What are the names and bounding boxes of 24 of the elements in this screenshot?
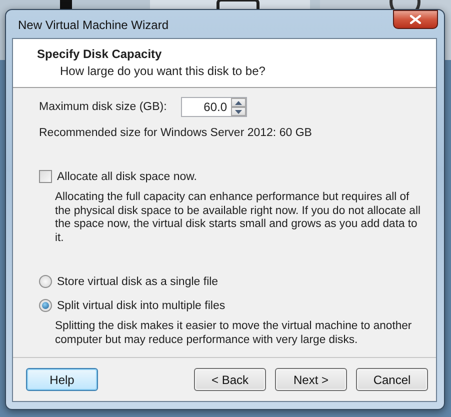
storage-option-label: Store virtual disk as a single file [57, 276, 218, 288]
spin-up-button[interactable] [231, 98, 246, 107]
storage-option-description: Splitting the disk makes it easier to move the virtual machine to another computer but may reduce performance with very large disks. [55, 320, 413, 347]
wizard-button[interactable]: Help [26, 368, 98, 391]
wizard-button[interactable]: Cancel [356, 368, 428, 391]
storage-radio[interactable] [39, 299, 52, 312]
recommendation-text: Recommended size for Windows Server 2012: 60 GB [39, 127, 313, 139]
allocate-label: Allocate all disk space now. [57, 170, 197, 182]
disk-size-label: Maximum disk size (GB): [39, 101, 167, 113]
storage-radio[interactable] [39, 275, 52, 288]
wizard-button[interactable]: < Back [194, 368, 266, 391]
page-subtitle: How large do you want this disk to be? [59, 64, 266, 78]
up-arrow-icon [235, 100, 242, 104]
close-icon [410, 15, 421, 24]
allocate-checkbox[interactable] [39, 170, 52, 183]
window-title: New Virtual Machine Wizard [17, 18, 168, 32]
disk-size-field[interactable]: 60.0 [181, 97, 247, 117]
wizard-button[interactable]: Next > [275, 368, 347, 391]
close-button[interactable] [393, 10, 438, 29]
page-title: Specify Disk Capacity [37, 47, 163, 61]
down-arrow-icon [235, 110, 242, 114]
storage-option-label: Split virtual disk into multiple files [57, 300, 226, 312]
allocate-description: Allocating the full capacity can enhance performance but requires all of the physical disk space to be available right now. If you do not allocate all the space now, the virtual disk starts small and grows as you add data to it. [55, 191, 422, 245]
spin-down-button[interactable] [231, 107, 246, 116]
